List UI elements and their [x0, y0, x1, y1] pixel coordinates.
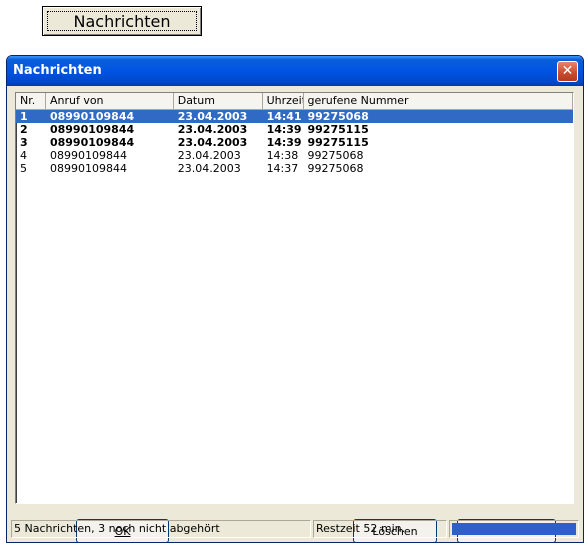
status-messages: 5 Nachrichten, 3 noch nicht abgehört: [11, 520, 311, 538]
row-time: 14:41: [266, 110, 302, 123]
focus-rectangle: [47, 11, 197, 31]
row-called-number: 99275115: [307, 123, 369, 136]
row-date: 23.04.2003: [177, 162, 241, 175]
row-date: 23.04.2003: [177, 110, 248, 123]
table-row[interactable]: 5 08990109844 23.04.2003 14:37 99275068: [16, 162, 573, 175]
row-date: 23.04.2003: [177, 136, 248, 149]
row-caller: 08990109844: [49, 110, 135, 123]
progress-fill: [452, 523, 576, 535]
row-nr: 4: [20, 149, 27, 162]
row-caller: 08990109844: [49, 162, 127, 175]
row-date: 23.04.2003: [177, 149, 241, 162]
column-header-date[interactable]: Datum: [173, 93, 263, 110]
column-header-nr[interactable]: Nr.: [16, 93, 46, 110]
row-time: 14:39: [266, 123, 302, 136]
row-called-number: 99275068: [307, 162, 364, 175]
list-header: Nr. Anruf von Datum Uhrzeit gerufene Num…: [16, 93, 573, 110]
close-icon[interactable]: ✕: [557, 61, 578, 82]
messages-list[interactable]: Nr. Anruf von Datum Uhrzeit gerufene Num…: [15, 92, 574, 504]
row-date: 23.04.2003: [177, 123, 248, 136]
column-header-called-number[interactable]: gerufene Nummer: [303, 93, 573, 110]
column-header-caller[interactable]: Anruf von: [45, 93, 174, 110]
table-row[interactable]: 1 08990109844 23.04.2003 14:41 99275068: [16, 110, 573, 123]
row-time: 14:39: [266, 136, 302, 149]
status-bar: 5 Nachrichten, 3 noch nicht abgehört Res…: [11, 520, 579, 538]
row-caller: 08990109844: [49, 149, 127, 162]
remaining-time-progress: [449, 520, 579, 538]
status-remaining-time: Restzeit 52 min.: [313, 520, 447, 538]
row-called-number: 99275068: [307, 110, 369, 123]
dialog-title: Nachrichten: [13, 63, 102, 78]
row-time: 14:38: [266, 149, 299, 162]
column-header-time[interactable]: Uhrzeit: [262, 93, 304, 110]
row-caller: 08990109844: [49, 123, 135, 136]
messages-dialog: Nachrichten ✕ Nr. Anruf von Datum Uhrzei…: [6, 55, 584, 543]
list-rows: 1 08990109844 23.04.2003 14:41 99275068 2 0899…: [16, 110, 573, 175]
row-caller: 08990109844: [49, 136, 135, 149]
row-time: 14:37: [266, 162, 299, 175]
row-called-number: 99275068: [307, 149, 364, 162]
row-nr: 1: [20, 110, 28, 123]
nachrichten-launch-button[interactable]: Nachrichten: [42, 6, 202, 36]
dialog-client-area: Nr. Anruf von Datum Uhrzeit gerufene Num…: [11, 86, 579, 542]
table-row[interactable]: 2 08990109844 23.04.2003 14:39 99275115: [16, 123, 573, 136]
table-row[interactable]: 4 08990109844 23.04.2003 14:38 99275068: [16, 149, 573, 162]
row-called-number: 99275115: [307, 136, 369, 149]
dialog-titlebar[interactable]: Nachrichten ✕: [7, 56, 583, 86]
table-row[interactable]: 3 08990109844 23.04.2003 14:39 99275115: [16, 136, 573, 149]
row-nr: 3: [20, 136, 28, 149]
row-nr: 2: [20, 123, 28, 136]
row-nr: 5: [20, 162, 27, 175]
